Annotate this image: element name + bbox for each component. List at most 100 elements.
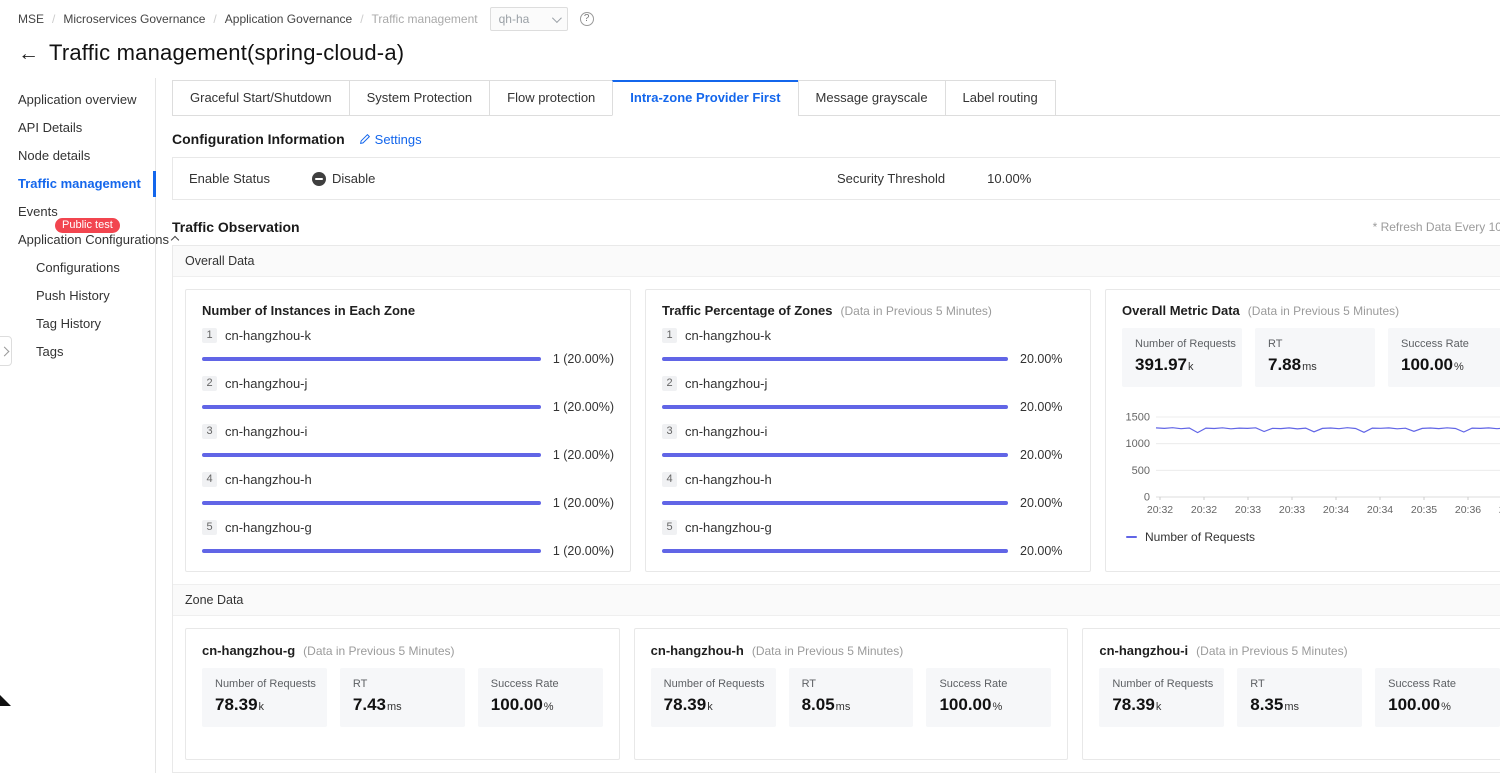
metric-label: RT — [1268, 338, 1362, 350]
bar-fill — [202, 549, 541, 553]
zone-card-cn-hangzhou-g: cn-hangzhou-g(Data in Previous 5 Minutes… — [185, 628, 620, 760]
metric-value: 100.00% — [1401, 355, 1495, 375]
metric-unit: % — [992, 701, 1002, 713]
sidebar-item-label: Traffic management — [18, 176, 141, 191]
zone-name: cn-hangzhou-g — [225, 520, 312, 535]
sidebar-item-label: Application Configurations — [18, 232, 169, 247]
traffic-percentage-card: Traffic Percentage of Zones (Data in Pre… — [645, 289, 1091, 572]
zone-name: cn-hangzhou-g — [685, 520, 772, 535]
zone-bar-row: 2cn-hangzhou-j20.00% — [662, 376, 1074, 414]
bar-value: 1 (20.00%) — [541, 544, 614, 558]
sidebar-item-tag-history[interactable]: Tag History — [0, 310, 155, 338]
back-arrow-icon[interactable]: ← — [18, 43, 39, 64]
breadcrumb-item-2[interactable]: Application Governance — [225, 12, 352, 26]
page-title: Traffic management(spring-cloud-a) — [49, 40, 404, 66]
metric-label: Success Rate — [1401, 338, 1495, 350]
rank-badge: 3 — [662, 424, 677, 439]
chart-legend: Number of Requests — [1122, 530, 1500, 544]
svg-text:20:34: 20:34 — [1323, 504, 1349, 516]
rank-badge: 5 — [662, 520, 677, 535]
zone-name: cn-hangzhou-h — [225, 472, 312, 487]
bar-fill — [202, 405, 541, 409]
bar-track — [202, 549, 541, 553]
sidebar-item-node-details[interactable]: Node details — [0, 142, 155, 170]
sidebar-collapse-handle[interactable] — [0, 336, 12, 366]
metric-number: 100.00 — [939, 695, 991, 714]
enable-status-value: Disable — [332, 171, 375, 186]
metric-unit: k — [259, 701, 265, 713]
metric-label: RT — [802, 678, 901, 690]
bar-value: 20.00% — [1008, 448, 1074, 462]
breadcrumb-item-0[interactable]: MSE — [18, 12, 44, 26]
legend-label: Number of Requests — [1145, 530, 1255, 544]
security-threshold-label: Security Threshold — [837, 171, 945, 186]
metric-tile-rt: RT8.05ms — [789, 668, 914, 727]
rank-badge: 3 — [202, 424, 217, 439]
metric-label: Number of Requests — [1112, 678, 1211, 690]
metric-label: Number of Requests — [664, 678, 763, 690]
metric-value: 100.00% — [939, 695, 1038, 715]
tab-message-grayscale[interactable]: Message grayscale — [798, 80, 946, 116]
sidebar-item-configurations[interactable]: Configurations — [0, 254, 155, 282]
sidebar-item-application-configurations[interactable]: Public testApplication Configurations — [0, 226, 155, 254]
svg-text:20:35: 20:35 — [1411, 504, 1437, 516]
svg-text:20:33: 20:33 — [1235, 504, 1261, 516]
bar-fill — [662, 453, 1008, 457]
breadcrumb-items: MSE / Microservices Governance / Application… — [18, 12, 478, 26]
sidebar-item-application-overview[interactable]: Application overview — [0, 86, 155, 114]
settings-link[interactable]: Settings — [359, 132, 422, 147]
tab-system-protection[interactable]: System Protection — [349, 80, 491, 116]
zone-bar-row: 1cn-hangzhou-k1 (20.00%) — [202, 328, 614, 366]
sidebar-item-traffic-management[interactable]: Traffic management — [0, 170, 155, 198]
observation-panel: Overall Data Number of Instances in Each… — [172, 245, 1500, 773]
metric-unit: ms — [1302, 361, 1317, 373]
bar-value: 20.00% — [1008, 496, 1074, 510]
metric-label: RT — [1250, 678, 1349, 690]
rank-badge: 2 — [662, 376, 677, 391]
zone-bar-row: 3cn-hangzhou-i20.00% — [662, 424, 1074, 462]
sidebar-item-api-details[interactable]: API Details — [0, 114, 155, 142]
metric-number: 78.39 — [215, 695, 258, 714]
bar-track — [662, 501, 1008, 505]
tab-graceful-start-shutdown[interactable]: Graceful Start/Shutdown — [172, 80, 350, 116]
bar-fill — [202, 357, 541, 361]
svg-text:20:32: 20:32 — [1191, 504, 1217, 516]
sidebar-item-push-history[interactable]: Push History — [0, 282, 155, 310]
breadcrumb-separator: / — [52, 12, 55, 26]
traffic-card-title: Traffic Percentage of Zones — [662, 303, 833, 318]
sidebar-item-tags[interactable]: Tags — [0, 338, 155, 366]
rank-badge: 4 — [202, 472, 217, 487]
bar-track — [202, 405, 541, 409]
metric-label: Success Rate — [939, 678, 1038, 690]
refresh-note: * Refresh Data Every 10 Seconds — [1373, 220, 1500, 234]
page-corner-marker — [0, 695, 11, 706]
metric-unit: ms — [836, 701, 851, 713]
bar-fill — [662, 501, 1008, 505]
sidebar-item-label: Push History — [36, 288, 110, 303]
tab-flow-protection[interactable]: Flow protection — [489, 80, 613, 116]
metric-label: RT — [353, 678, 452, 690]
bar-value: 1 (20.00%) — [541, 448, 614, 462]
rank-badge: 5 — [202, 520, 217, 535]
zone-card-subtitle: (Data in Previous 5 Minutes) — [1196, 644, 1347, 658]
sidebar-item-label: Configurations — [36, 260, 120, 275]
metric-value: 8.35ms — [1250, 695, 1349, 715]
bar-track — [662, 453, 1008, 457]
tab-label-routing[interactable]: Label routing — [945, 80, 1056, 116]
breadcrumb-separator: / — [360, 12, 363, 26]
help-icon[interactable]: ? — [580, 12, 594, 26]
bar-value: 1 (20.00%) — [541, 496, 614, 510]
rank-badge: 1 — [202, 328, 217, 343]
svg-text:1000: 1000 — [1126, 438, 1150, 450]
traffic-observation-title: Traffic Observation — [172, 219, 300, 235]
metric-tile-success-rate: Success Rate 100.00% — [926, 668, 1051, 727]
bar-fill — [662, 357, 1008, 361]
zone-card-subtitle: (Data in Previous 5 Minutes) — [303, 644, 454, 658]
metric-label: Number of Requests — [1135, 338, 1229, 350]
sidebar-item-label: Tag History — [36, 316, 101, 331]
env-select[interactable]: qh-ha — [490, 7, 568, 31]
metric-tile-number-of-requests: Number of Requests78.39k — [651, 668, 776, 727]
tab-intra-zone-provider-first[interactable]: Intra-zone Provider First — [612, 80, 798, 116]
breadcrumb-item-1[interactable]: Microservices Governance — [63, 12, 205, 26]
security-threshold-value: 10.00% — [987, 171, 1031, 186]
